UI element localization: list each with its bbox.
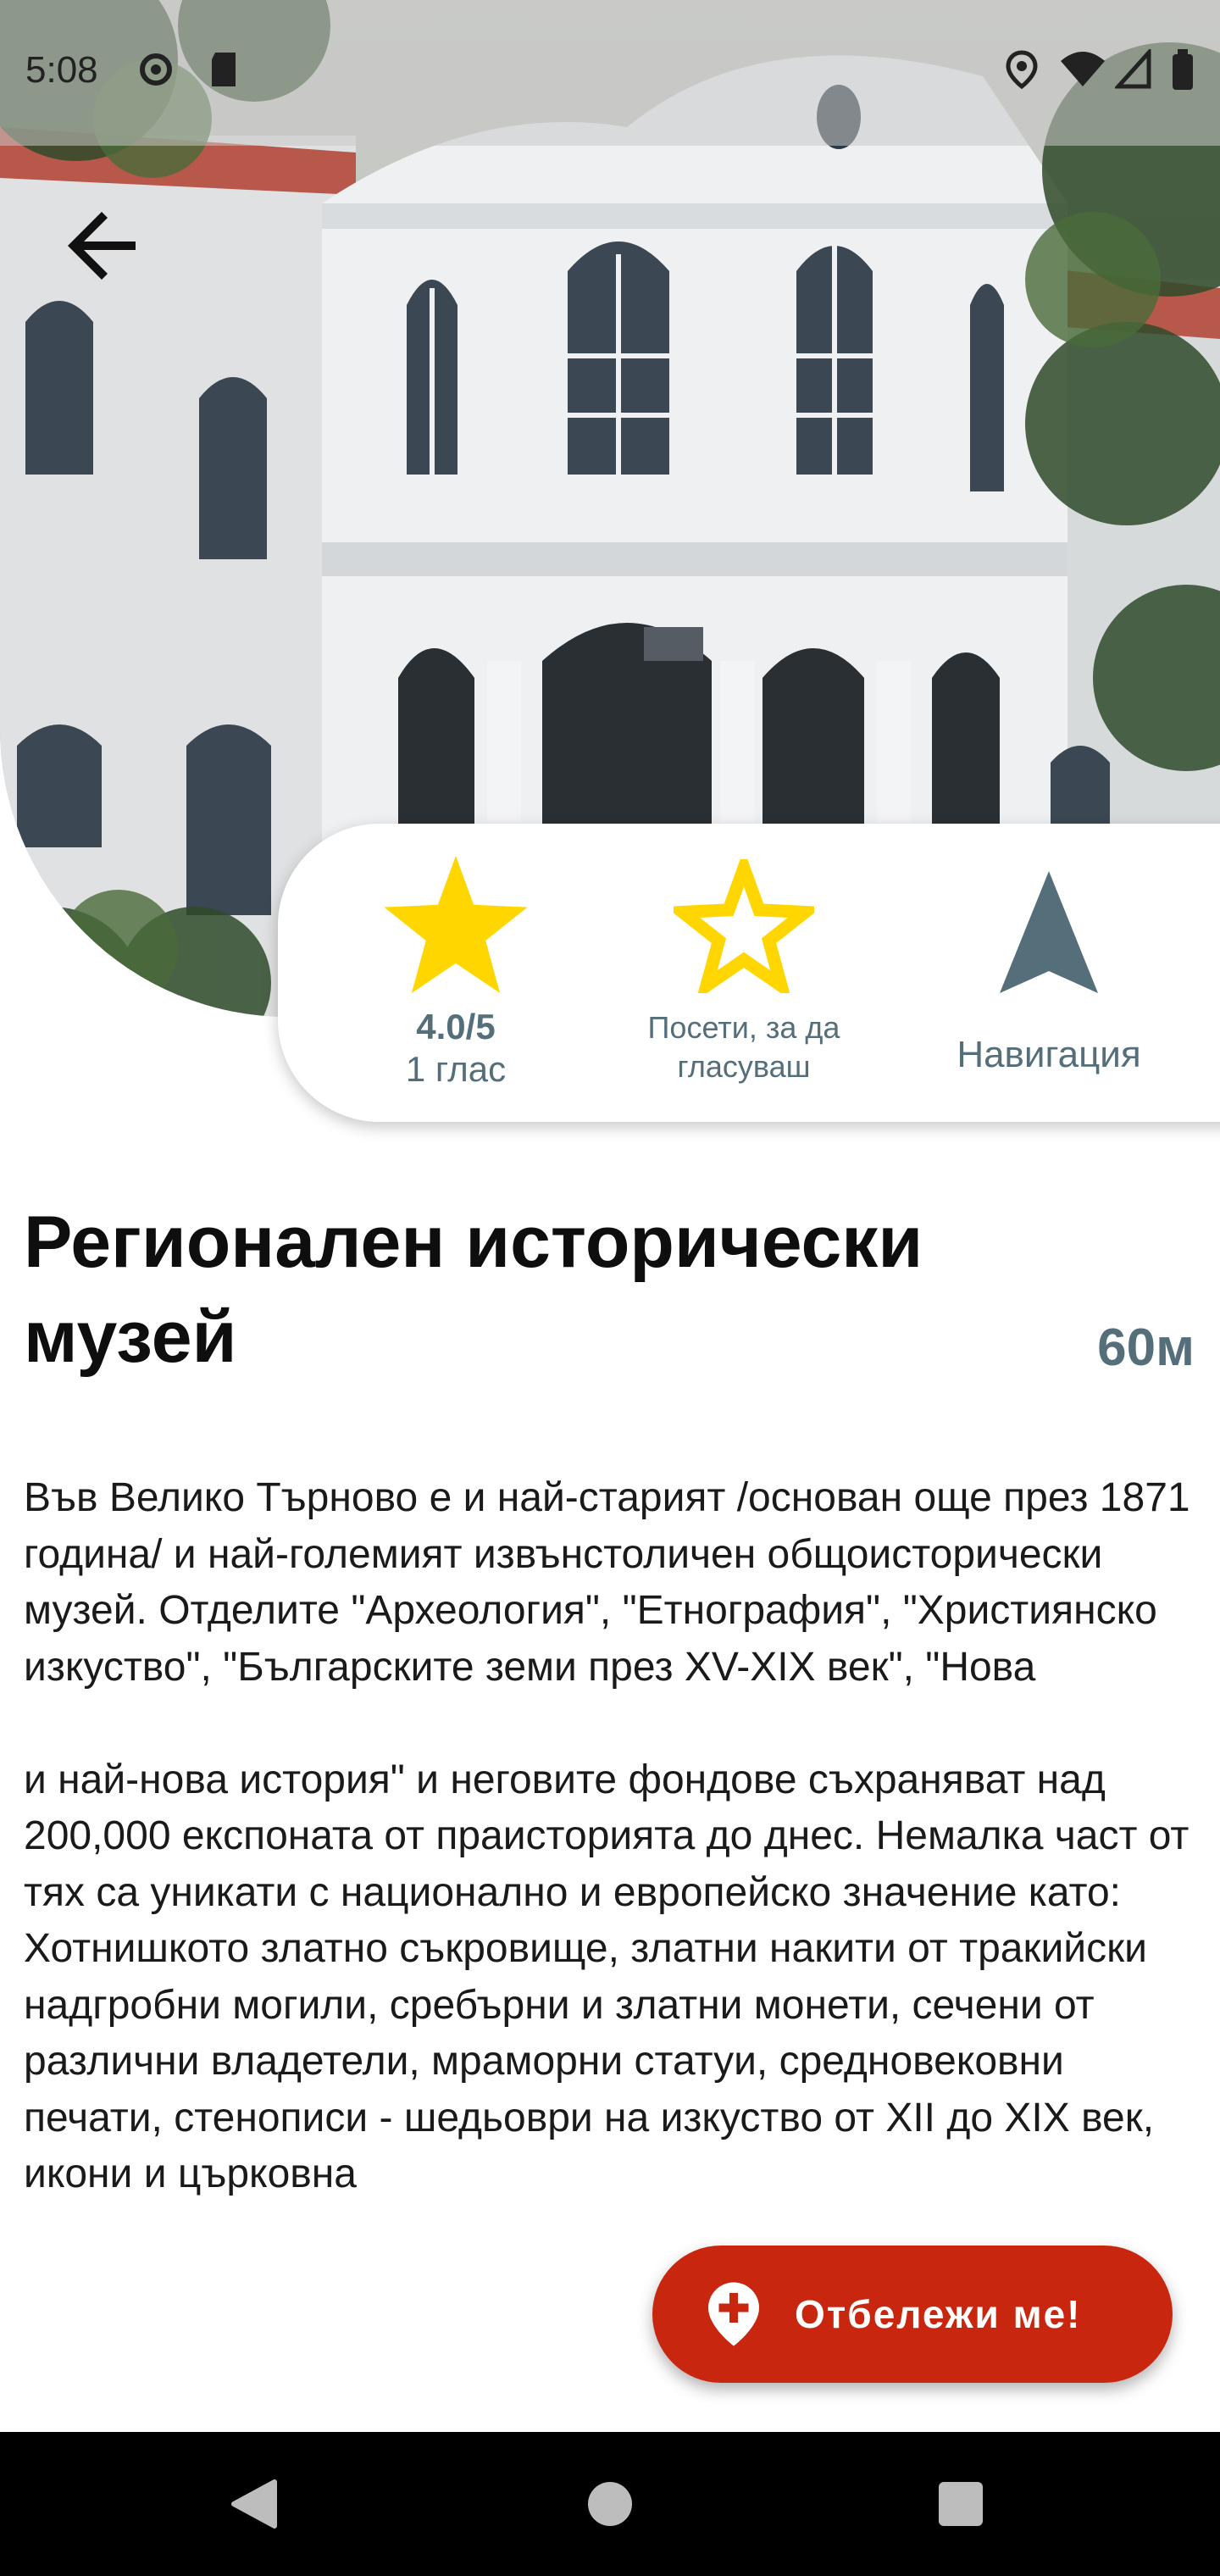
square-recents-icon [939,2482,983,2526]
rating-votes: 1 глас [405,1049,507,1089]
sd-card-icon [212,53,236,86]
mark-me-label: Отбележи ме! [795,2292,1082,2336]
location-icon [1006,50,1038,90]
nav-back-button[interactable] [186,2432,322,2576]
back-button[interactable] [42,186,161,305]
wifi-icon [1061,52,1105,86]
nav-recents-button[interactable] [893,2432,1029,2576]
star-filled-icon [384,856,528,993]
circle-home-icon [588,2482,632,2526]
system-navigation-bar [0,2432,1220,2576]
battery-icon [1173,49,1193,90]
navigation-label: Навигация [957,1034,1141,1075]
add-location-icon [708,2282,759,2346]
nav-home-button[interactable] [542,2432,678,2576]
star-outline-icon [674,859,814,993]
place-title: Регионален исторически музей [24,1202,923,1378]
signal-icon [1115,49,1151,89]
action-card: 4.0/5 1 глас Посети, за да гласуваш Нави… [278,824,1220,1122]
mark-me-button[interactable]: Отбележи ме! [652,2246,1173,2383]
triangle-back-icon [231,2479,277,2529]
navigation-arrow-icon [1000,871,1098,993]
visit-to-vote-label: Посети, за да гласуваш [647,1010,840,1084]
arrow-back-icon [68,212,136,280]
navigation-action[interactable]: Навигация [922,824,1176,1122]
distance-badge: 60м [1097,1319,1195,1377]
status-time: 5:08 [25,49,98,91]
rating-value: 4.0/5 [416,1007,496,1046]
settings-gear-icon [140,53,172,86]
visit-to-vote-action[interactable]: Посети, за да гласуваш [617,824,871,1122]
rating-action: 4.0/5 1 глас [329,824,583,1122]
status-bar: 5:08 [0,0,1220,146]
